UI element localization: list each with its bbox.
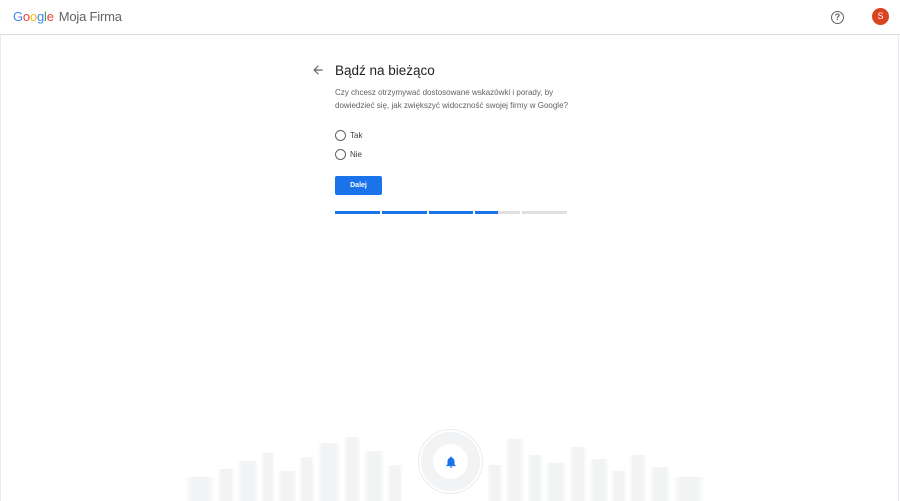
next-button[interactable]: Dalej	[335, 176, 382, 195]
page-border-left	[0, 35, 1, 501]
progress-segment	[381, 211, 427, 214]
top-bar: Google Moja Firma ? S	[0, 0, 900, 35]
help-icon[interactable]: ?	[831, 11, 844, 24]
page-border-right	[898, 35, 899, 501]
logo-letter-o1: o	[22, 9, 30, 24]
arrow-back-icon[interactable]	[311, 63, 325, 77]
option-label: Tak	[350, 131, 363, 140]
google-my-business-logo[interactable]: Google Moja Firma	[13, 9, 122, 24]
option-nie[interactable]: Nie	[335, 149, 362, 160]
logo-letter-e: e	[46, 9, 54, 24]
avatar[interactable]: S	[872, 8, 889, 25]
logo-letter-g2: g	[36, 9, 45, 24]
logo-letter-g1: G	[13, 9, 23, 24]
progress-segment	[475, 211, 521, 214]
option-tak[interactable]: Tak	[335, 130, 362, 141]
logo-letter-o2: o	[29, 9, 37, 24]
radio-button[interactable]	[335, 149, 346, 160]
radio-button[interactable]	[335, 130, 346, 141]
progress-segment	[335, 211, 380, 214]
question-text: Czy chcesz otrzymywać dostosowane wskazó…	[335, 88, 568, 110]
bell-icon	[445, 455, 456, 468]
bell-badge-inner	[433, 444, 468, 479]
page-title: Bądź na bieżąco	[335, 63, 435, 78]
progress-bar	[335, 211, 567, 214]
option-label: Nie	[350, 150, 363, 159]
progress-segment	[522, 211, 567, 214]
product-name: Moja Firma	[58, 9, 122, 24]
progress-segment	[428, 211, 474, 214]
bell-badge	[419, 430, 482, 493]
